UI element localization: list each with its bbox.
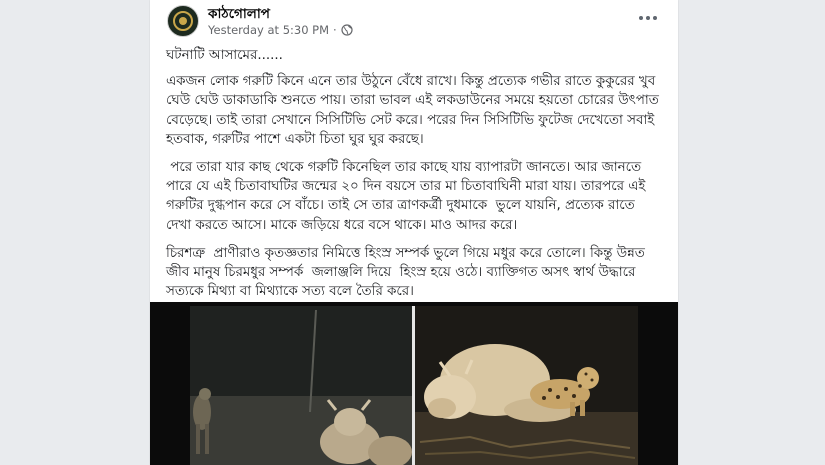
post-header: কাঠগোলাপ Yesterday at 5:30 PM · xyxy=(150,0,678,40)
post-paragraph: ঘটনাটি আসামের...... xyxy=(166,48,283,63)
post-paragraph: একজন লোক গরুটি কিনে এনে তার উঠুনে বেঁধে … xyxy=(166,74,664,147)
page-avatar[interactable] xyxy=(167,5,199,37)
post-meta: Yesterday at 5:30 PM · xyxy=(208,23,353,37)
meta-separator: · xyxy=(333,23,337,37)
facebook-post-card: কাঠগোলাপ Yesterday at 5:30 PM · ঘটনাটি আ… xyxy=(150,0,678,465)
avatar-logo-icon xyxy=(173,11,193,31)
post-photo-collage[interactable] xyxy=(150,302,678,465)
photo-right-leopard-cow[interactable] xyxy=(415,306,638,465)
post-paragraph: চিরশত্রু প্রাণীরাও কৃতজ্ঞতার নিমিত্তে হি… xyxy=(166,245,650,300)
post-paragraph: পরে তারা যার কাছ থেকে গরুটি কিনেছিল তার … xyxy=(166,160,650,233)
globe-icon[interactable] xyxy=(341,24,353,36)
photo-left-cctv[interactable] xyxy=(190,306,412,465)
post-body: ঘটনাটি আসামের...... একজন লোক গরুটি কিনে … xyxy=(166,46,662,310)
post-timestamp[interactable]: Yesterday at 5:30 PM xyxy=(208,23,329,37)
more-options-icon[interactable] xyxy=(636,10,660,26)
